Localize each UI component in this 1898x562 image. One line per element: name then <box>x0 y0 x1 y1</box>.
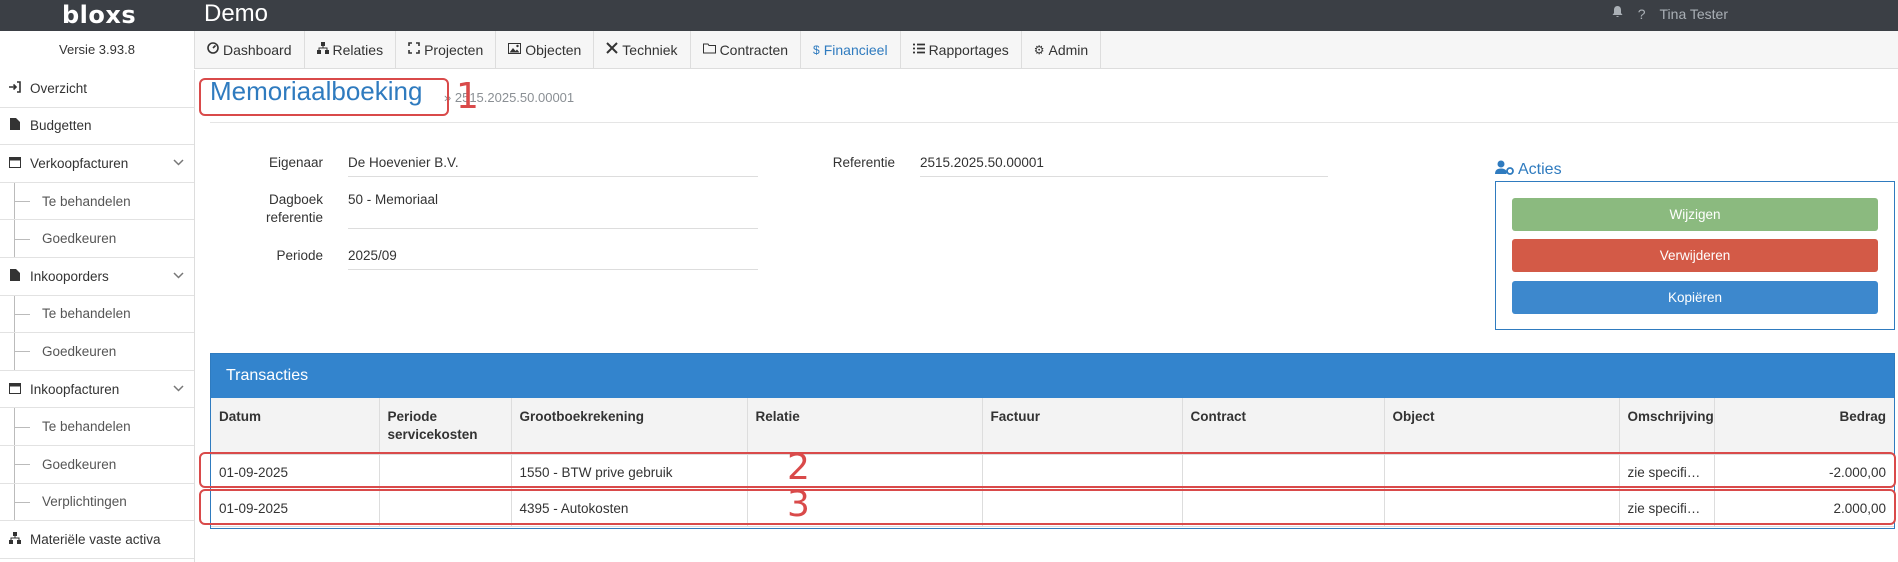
menu-contracten[interactable]: Contracten <box>691 31 802 69</box>
app-title: Demo <box>204 0 269 27</box>
kopieren-button[interactable]: Kopiëren <box>1512 281 1878 314</box>
sidebar-item-verkoop-te-behandelen[interactable]: Te behandelen <box>0 182 194 221</box>
sidebar-item-inkooporders-goedkeuren[interactable]: Goedkeuren <box>0 333 194 371</box>
chevron-down-icon[interactable] <box>173 270 184 282</box>
calendar-icon <box>0 382 30 397</box>
sidebar-item-verplichtingen[interactable]: Verplichtingen <box>0 483 194 522</box>
transacties-title: Transacties <box>211 354 1894 398</box>
acties-title: Acties <box>1495 160 1562 180</box>
sidebar-item-verkoopfacturen[interactable]: Verkoopfacturen <box>0 145 194 183</box>
dollar-icon: $ <box>813 43 820 57</box>
sidebar-item-materiele-vaste-activa[interactable]: Materiële vaste activa <box>0 521 194 559</box>
file-icon <box>0 268 30 284</box>
sidebar: Overzicht Budgetten Verkoopfacturen Te b… <box>0 70 195 562</box>
annotation-box-2 <box>199 452 1896 488</box>
periode-label: Periode <box>276 248 323 263</box>
column-header-datum[interactable]: Datum <box>211 398 380 455</box>
top-right-tools: ? Tina Tester <box>1611 5 1728 22</box>
column-header-factuur[interactable]: Factuur <box>982 398 1183 455</box>
sign-in-icon <box>0 80 30 96</box>
annotation-number-2: 2 <box>787 447 810 488</box>
referentie-label: Referentie <box>832 155 895 170</box>
sidebar-item-inkooporders-te-behandelen[interactable]: Te behandelen <box>0 295 194 334</box>
sidebar-item-overzicht[interactable]: Overzicht <box>0 70 194 108</box>
annotation-number-1: 1 <box>456 76 479 117</box>
menu-relaties[interactable]: Relaties <box>305 31 397 69</box>
column-header-grootboekrekening[interactable]: Grootboekrekening <box>511 398 748 455</box>
sidebar-item-inkoopfacturen-goedkeuren[interactable]: Goedkeuren <box>0 445 194 484</box>
menu-objecten[interactable]: Objecten <box>496 31 595 69</box>
table-header-row: Datum Periode servicekosten Grootboekrek… <box>211 398 1894 455</box>
main-menu: Dashboard Relaties Projecten Objecten Te… <box>195 31 1102 69</box>
annotation-number-3: 3 <box>787 484 810 525</box>
sitemap-icon <box>316 31 329 69</box>
user-menu[interactable]: Tina Tester <box>1660 6 1728 22</box>
sidebar-item-inkoopfacturen[interactable]: Inkoopfacturen <box>0 371 194 409</box>
periode-value: 2025/09 <box>348 248 758 270</box>
menu-admin[interactable]: ⚙ Admin <box>1022 31 1102 69</box>
annotation-box-1 <box>199 78 449 116</box>
tools-icon <box>606 31 619 69</box>
menu-rapportages[interactable]: Rapportages <box>901 31 1022 69</box>
eigenaar-label: Eigenaar <box>268 155 323 170</box>
acties-panel: Wijzigen Verwijderen Kopiëren <box>1495 181 1895 330</box>
top-bar: bloxs Demo ? Tina Tester <box>0 0 1898 31</box>
menu-techniek[interactable]: Techniek <box>594 31 691 69</box>
dashboard-icon <box>207 31 219 69</box>
sidebar-item-inkooporders[interactable]: Inkooporders <box>0 258 194 296</box>
verwijderen-button[interactable]: Verwijderen <box>1512 239 1878 272</box>
user-gear-icon <box>1495 160 1514 180</box>
menu-dashboard[interactable]: Dashboard <box>195 31 305 69</box>
list-icon <box>912 31 925 69</box>
expand-icon <box>408 31 420 69</box>
menu-projecten[interactable]: Projecten <box>396 31 497 69</box>
main-nav-row: Versie 3.93.8 Dashboard Relaties Project… <box>0 31 1898 69</box>
annotation-box-3 <box>199 489 1896 525</box>
column-header-object[interactable]: Object <box>1384 398 1620 455</box>
column-header-omschrijving[interactable]: Omschrijving <box>1619 398 1715 455</box>
header-divider <box>210 122 1898 123</box>
app-logo[interactable]: bloxs <box>62 1 136 29</box>
column-header-bedrag[interactable]: Bedrag <box>1714 398 1894 455</box>
help-icon[interactable]: ? <box>1638 6 1646 22</box>
bell-icon[interactable] <box>1611 5 1624 22</box>
calendar-icon <box>0 156 30 171</box>
dagboek-value: 50 - Memoriaal <box>348 192 758 229</box>
file-icon <box>0 118 30 133</box>
chevron-down-icon[interactable] <box>173 157 184 169</box>
version-label: Versie 3.93.8 <box>0 31 195 69</box>
column-header-contract[interactable]: Contract <box>1182 398 1385 455</box>
referentie-value: 2515.2025.50.00001 <box>920 155 1328 177</box>
folder-icon <box>702 31 716 69</box>
gear-icon: ⚙ <box>1033 43 1045 57</box>
eigenaar-value: De Hoevenier B.V. <box>348 155 758 177</box>
menu-financieel[interactable]: $ Financieel <box>801 31 901 69</box>
chevron-down-icon[interactable] <box>173 383 184 395</box>
column-header-periode-servicekosten[interactable]: Periode servicekosten <box>379 398 512 455</box>
image-icon <box>508 31 522 69</box>
column-header-relatie[interactable]: Relatie <box>747 398 983 455</box>
sitemap-icon <box>0 531 30 547</box>
dagboek-referentie-label: Dagboek referentie <box>265 192 323 225</box>
sidebar-item-verkoop-goedkeuren[interactable]: Goedkeuren <box>0 220 194 258</box>
sidebar-item-budgetten[interactable]: Budgetten <box>0 108 194 146</box>
wijzigen-button[interactable]: Wijzigen <box>1512 198 1878 231</box>
sidebar-item-inkoopfacturen-te-behandelen[interactable]: Te behandelen <box>0 408 194 446</box>
